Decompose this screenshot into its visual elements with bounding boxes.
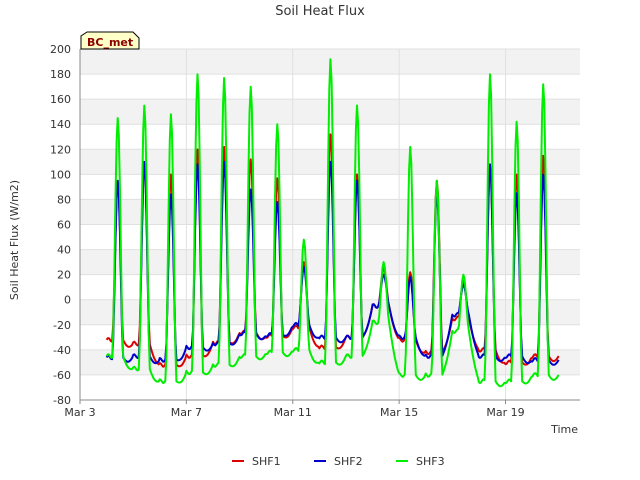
x-tick-label: Mar 15 [380,406,418,419]
y-tick-label: -20 [53,319,71,332]
x-tick-label: Mar 7 [171,406,202,419]
x-tick-label: Mar 11 [274,406,312,419]
y-tick-label: 160 [50,93,71,106]
plot-band [80,249,580,275]
legend-label-shf3: SHF3 [416,455,445,468]
legend-label-shf1: SHF1 [252,455,281,468]
y-axis-label: Soil Heat Flux (W/m2) [8,180,21,300]
legend-label-shf2: SHF2 [334,455,363,468]
y-tick-label: 20 [57,269,71,282]
y-tick-label: 80 [57,193,71,206]
x-tick-label: Mar 19 [486,406,524,419]
x-tick-label: Mar 3 [64,406,95,419]
y-tick-label: 140 [50,118,71,131]
plot-band [80,299,580,325]
badge-text: BC_met [87,36,133,49]
y-tick-label: -60 [53,369,71,382]
y-tick-label: 60 [57,219,71,232]
y-tick-label: 120 [50,143,71,156]
y-tick-label: 0 [64,294,71,307]
y-tick-label: 180 [50,68,71,81]
y-tick-label: 100 [50,168,71,181]
site-badge: BC_met [80,31,140,50]
y-tick-label: -40 [53,344,71,357]
x-axis-label: Time [550,423,578,436]
plot-band [80,199,580,225]
y-tick-label: 40 [57,244,71,257]
chart-canvas: Soil Heat Flux -80-60-40-200204060801001… [0,0,640,480]
chart-title: Soil Heat Flux [275,4,365,19]
y-tick-label: 200 [50,43,71,56]
